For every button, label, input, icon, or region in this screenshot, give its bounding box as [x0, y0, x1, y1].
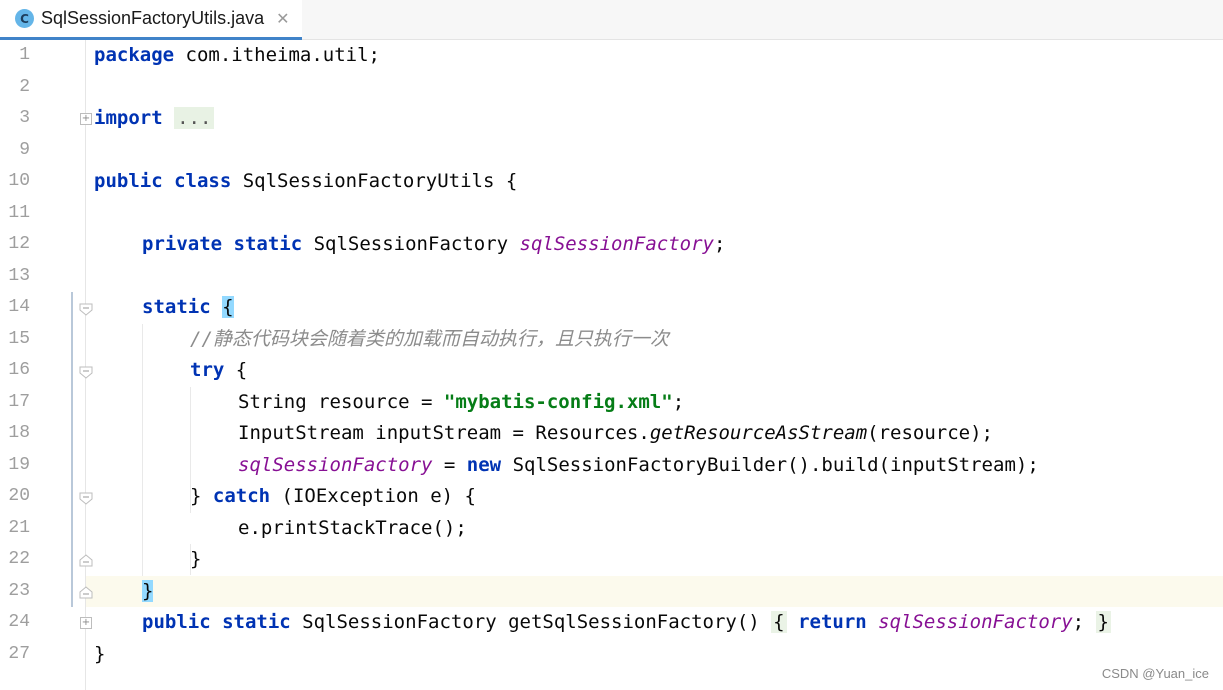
line-number: 1	[19, 45, 30, 65]
expand-fold-icon[interactable]: +	[80, 113, 92, 125]
line-number: 12	[8, 234, 30, 254]
fold-start-icon[interactable]	[79, 303, 93, 316]
code-line[interactable]: package com.itheima.util;	[94, 40, 380, 71]
java-class-icon: C	[15, 9, 34, 28]
code-line[interactable]: }	[94, 639, 105, 670]
line-number: 18	[8, 423, 30, 443]
line-number: 15	[8, 329, 30, 349]
matched-brace: {	[222, 296, 234, 318]
close-icon[interactable]: ✕	[276, 9, 289, 28]
line-number: 2	[19, 77, 30, 97]
code-line[interactable]: static {	[142, 292, 234, 323]
code-line[interactable]: public static SqlSessionFactory getSqlSe…	[142, 607, 1111, 638]
fold-end-icon[interactable]	[79, 554, 93, 567]
current-line-highlight	[0, 576, 1223, 607]
line-number-gutter: 1 2 3 9 10 11 12 13 14 15 16 17 18 19 20…	[0, 40, 93, 690]
code-line[interactable]: } catch (IOException e) {	[190, 481, 476, 512]
fold-start-icon[interactable]	[79, 492, 93, 505]
line-number: 3	[19, 108, 30, 128]
scope-indicator	[71, 292, 73, 607]
line-number: 19	[8, 455, 30, 475]
line-number: 20	[8, 486, 30, 506]
line-number: 27	[8, 644, 30, 664]
code-line[interactable]: private static SqlSessionFactory sqlSess…	[142, 229, 725, 260]
code-comment: //静态代码块会随着类的加载而自动执行，且只执行一次	[190, 328, 669, 350]
code-line[interactable]: }	[190, 544, 201, 575]
editor-tab-bar: C SqlSessionFactoryUtils.java ✕	[0, 0, 1223, 40]
code-line[interactable]: import ...	[94, 103, 215, 134]
matched-brace: }	[142, 580, 154, 602]
line-number: 23	[8, 581, 30, 601]
line-number: 21	[8, 518, 30, 538]
code-line-current[interactable]: }	[142, 576, 154, 607]
line-number: 13	[8, 266, 30, 286]
indent-guide	[142, 324, 143, 576]
code-line[interactable]: InputStream inputStream = Resources.getR…	[238, 418, 993, 449]
code-editor[interactable]: 1 2 3 9 10 11 12 13 14 15 16 17 18 19 20…	[0, 40, 1223, 690]
fold-start-icon[interactable]	[79, 366, 93, 379]
line-number: 10	[8, 171, 30, 191]
folded-imports[interactable]: ...	[174, 107, 215, 129]
line-number: 11	[8, 203, 30, 223]
line-number: 17	[8, 392, 30, 412]
watermark: CSDN @Yuan_ice	[1101, 666, 1209, 681]
code-line[interactable]: String resource = "mybatis-config.xml";	[238, 387, 684, 418]
code-line[interactable]: public class SqlSessionFactoryUtils {	[94, 166, 517, 197]
line-number: 22	[8, 549, 30, 569]
file-tab[interactable]: C SqlSessionFactoryUtils.java ✕	[0, 0, 302, 40]
code-line[interactable]: e.printStackTrace();	[238, 513, 467, 544]
line-number: 9	[19, 140, 30, 160]
code-line[interactable]: //静态代码块会随着类的加载而自动执行，且只执行一次	[190, 324, 669, 355]
line-number: 14	[8, 297, 30, 317]
line-number: 24	[8, 612, 30, 632]
expand-fold-icon[interactable]: +	[80, 617, 92, 629]
fold-end-icon[interactable]	[79, 586, 93, 599]
code-line[interactable]: sqlSessionFactory = new SqlSessionFactor…	[238, 450, 1039, 481]
code-line[interactable]: try {	[190, 355, 247, 386]
line-number: 16	[8, 360, 30, 380]
tab-title[interactable]: SqlSessionFactoryUtils.java	[41, 8, 264, 29]
